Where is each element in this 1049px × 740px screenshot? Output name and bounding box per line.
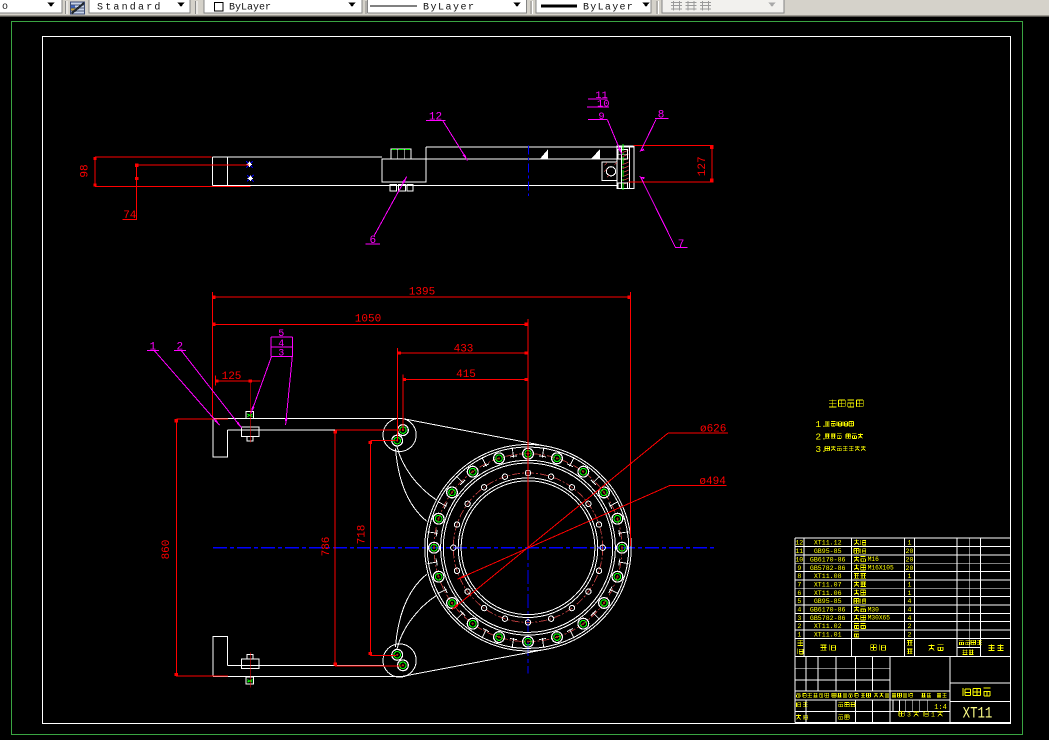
svg-text:Standard: Standard xyxy=(97,2,163,14)
svg-text:GB6170-86: GB6170-86 xyxy=(810,556,846,563)
svg-text:8: 8 xyxy=(797,573,801,580)
svg-text:4: 4 xyxy=(908,607,912,614)
svg-text:9: 9 xyxy=(797,565,801,572)
svg-text:10: 10 xyxy=(597,99,610,111)
svg-text:433: 433 xyxy=(454,343,474,355)
svg-text:98: 98 xyxy=(80,164,92,177)
svg-text:GB5782-86: GB5782-86 xyxy=(810,615,846,622)
svg-text:1050: 1050 xyxy=(355,314,381,326)
svg-text:4: 4 xyxy=(908,598,912,605)
svg-text:20: 20 xyxy=(906,565,914,572)
svg-text:11: 11 xyxy=(795,548,803,555)
svg-text:786: 786 xyxy=(321,537,333,557)
svg-text:XT11.12: XT11.12 xyxy=(814,540,842,547)
svg-text:GB95-85: GB95-85 xyxy=(814,548,842,555)
svg-text:M16X105: M16X105 xyxy=(868,565,894,572)
svg-text:XT11.06: XT11.06 xyxy=(814,590,842,597)
svg-text:74: 74 xyxy=(123,210,137,222)
svg-text:4: 4 xyxy=(797,607,801,614)
svg-text:1: 1 xyxy=(908,573,912,580)
svg-text:9: 9 xyxy=(598,111,604,123)
svg-text:1: 1 xyxy=(931,712,935,719)
svg-text:3: 3 xyxy=(278,349,284,360)
svg-text:1395: 1395 xyxy=(409,286,435,298)
svg-text:1: 1 xyxy=(908,540,912,547)
svg-text:M16: M16 xyxy=(868,556,879,563)
svg-text:125: 125 xyxy=(222,371,242,383)
svg-text:XT11.02: XT11.02 xyxy=(814,623,842,630)
svg-text:XT11.07: XT11.07 xyxy=(814,581,842,588)
svg-text:12: 12 xyxy=(429,112,442,124)
svg-text:XT11: XT11 xyxy=(963,705,993,723)
svg-text:1:4: 1:4 xyxy=(934,704,947,712)
svg-text:1: 1 xyxy=(908,590,912,597)
svg-text:GB95-85: GB95-85 xyxy=(814,598,842,605)
svg-text:127: 127 xyxy=(697,156,709,176)
svg-text:M30X65: M30X65 xyxy=(868,615,891,622)
svg-text:12: 12 xyxy=(795,540,803,547)
svg-text:GB5782-86: GB5782-86 xyxy=(810,565,846,572)
svg-text:20: 20 xyxy=(906,548,914,555)
svg-text:1: 1 xyxy=(908,581,912,588)
svg-text:20: 20 xyxy=(906,556,914,563)
svg-text:4: 4 xyxy=(908,615,912,622)
svg-text:2: 2 xyxy=(908,623,912,630)
svg-text:M30: M30 xyxy=(868,606,879,613)
svg-text:3: 3 xyxy=(797,615,801,622)
svg-text:8: 8 xyxy=(658,110,665,122)
svg-text:1: 1 xyxy=(797,632,801,639)
svg-text:6: 6 xyxy=(369,235,376,247)
svg-text:XT11.01: XT11.01 xyxy=(814,632,842,639)
svg-text:XT11.08: XT11.08 xyxy=(814,573,842,580)
svg-text:2: 2 xyxy=(797,623,801,630)
svg-text:ByLayer: ByLayer xyxy=(423,3,476,14)
svg-text:o: o xyxy=(2,2,8,13)
svg-text:7: 7 xyxy=(797,581,801,588)
svg-text:860: 860 xyxy=(161,540,173,560)
svg-text:415: 415 xyxy=(456,369,476,381)
svg-text:3: 3 xyxy=(907,712,911,719)
svg-text:1.: 1. xyxy=(815,419,826,430)
svg-text:2.: 2. xyxy=(815,431,826,442)
svg-text:5: 5 xyxy=(797,598,801,605)
svg-text:2: 2 xyxy=(908,632,912,639)
svg-text:6: 6 xyxy=(797,590,801,597)
svg-text:ø494: ø494 xyxy=(699,476,726,488)
svg-text:7: 7 xyxy=(678,239,685,251)
svg-text:GB6170-86: GB6170-86 xyxy=(810,607,846,614)
svg-text:ø626: ø626 xyxy=(700,424,726,436)
svg-text:718: 718 xyxy=(357,525,369,545)
svg-text:ByLayer: ByLayer xyxy=(583,3,634,14)
svg-text:ByLayer: ByLayer xyxy=(229,3,271,14)
svg-text:10: 10 xyxy=(795,556,803,563)
